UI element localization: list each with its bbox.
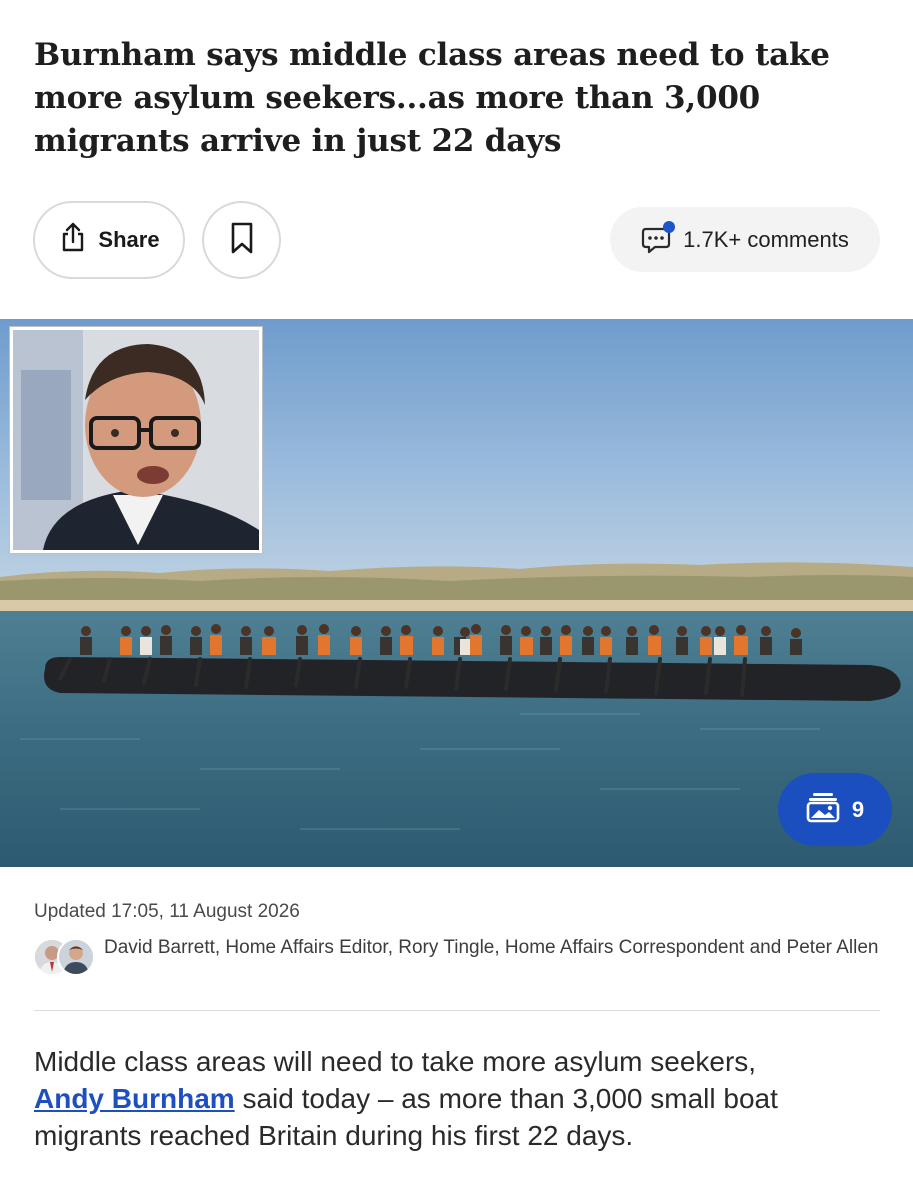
bookmark-icon [229, 221, 255, 260]
gallery-button[interactable]: 9 [778, 773, 892, 846]
share-label: Share [98, 227, 160, 252]
comments-count: 1.7K+ comments [683, 226, 849, 252]
comments-button[interactable]: 1.7K+ comments [610, 207, 880, 272]
inset-portrait [10, 327, 262, 553]
share-button[interactable]: Share [33, 201, 185, 279]
gallery-count: 9 [851, 796, 865, 822]
author-byline: David Barrett, Home Affairs Editor, Rory… [104, 937, 879, 958]
divider [34, 1010, 880, 1011]
article-lead-paragraph: Middle class areas will need to take mor… [34, 1043, 884, 1154]
comment-icon [641, 220, 676, 255]
updated-timestamp: Updated 17:05, 11 August 2026 [34, 901, 300, 922]
lead-text-start: Middle class areas will need to take mor… [34, 1046, 757, 1077]
avatar [57, 938, 95, 976]
share-icon [58, 221, 88, 259]
bookmark-button[interactable] [202, 201, 281, 279]
notification-dot [663, 220, 676, 233]
gallery-icon [806, 791, 840, 829]
author-avatars [33, 938, 99, 980]
article-headline: Burnham says middle class areas need to … [34, 37, 830, 159]
andy-burnham-link[interactable]: Andy Burnham [34, 1083, 235, 1114]
